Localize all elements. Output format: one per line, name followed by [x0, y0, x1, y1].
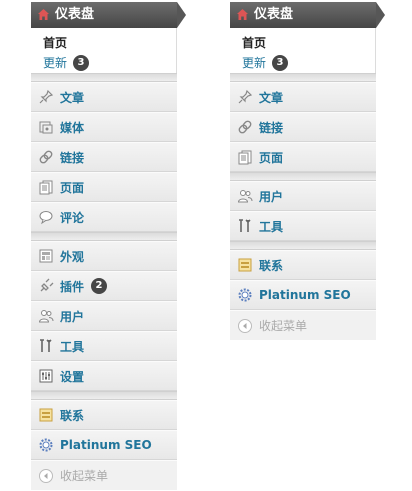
menu-item-label: 工具 — [60, 339, 85, 354]
menu-item-pages[interactable]: 页面 — [31, 172, 177, 202]
dashboard-submenu: 首页 更新 3 — [31, 28, 177, 73]
page-icon — [39, 180, 53, 195]
menu-item-links[interactable]: 链接 — [31, 142, 177, 172]
collapse-menu-button[interactable]: 收起菜单 — [31, 460, 177, 490]
plugin-icon — [40, 278, 54, 292]
menu-item-label: 链接 — [60, 150, 85, 165]
menu-item-settings[interactable]: 设置 — [31, 361, 177, 391]
menu-item-contact[interactable]: 联系 — [31, 400, 177, 430]
menu-item-plugins[interactable]: 插件 2 — [31, 271, 177, 301]
menu-item-contact[interactable]: 联系 — [230, 250, 376, 280]
gear-icon — [238, 288, 252, 302]
dashboard-menu-header[interactable]: 仪表盘 — [31, 2, 186, 28]
updates-label: 更新 — [242, 56, 267, 70]
menu-item-platinum-seo[interactable]: Platinum SEO — [230, 280, 376, 310]
collapse-arrow-icon — [238, 318, 252, 333]
settings-icon — [39, 369, 53, 383]
menu-item-label: 联系 — [60, 408, 85, 423]
menu-separator — [31, 73, 177, 82]
submenu-home[interactable]: 首页 — [242, 35, 375, 51]
menu-item-posts[interactable]: 文章 — [230, 82, 376, 112]
menu-item-label: 文章 — [259, 90, 284, 105]
link-icon — [39, 150, 53, 164]
menu-item-pages[interactable]: 页面 — [230, 142, 376, 172]
menu-item-users[interactable]: 用户 — [230, 181, 376, 211]
submenu-updates[interactable]: 更新 3 — [242, 53, 375, 73]
menu-separator — [230, 73, 376, 82]
updates-count-badge: 3 — [73, 55, 90, 71]
menu-separator — [230, 172, 376, 181]
admin-menu-left: 仪表盘 首页 更新 3 文章 媒体 链接 页面 评论 外观 插件 2 用户 工具… — [31, 2, 186, 490]
menu-item-label: 外观 — [60, 249, 85, 264]
collapse-menu-label: 收起菜单 — [259, 319, 308, 333]
menu-item-label: 链接 — [259, 120, 284, 135]
home-icon — [237, 9, 248, 20]
comment-icon — [39, 211, 53, 225]
dashboard-menu-header[interactable]: 仪表盘 — [230, 2, 385, 28]
submenu-home[interactable]: 首页 — [43, 35, 176, 51]
menu-item-posts[interactable]: 文章 — [31, 82, 177, 112]
menu-item-media[interactable]: 媒体 — [31, 112, 177, 142]
menu-item-label: 文章 — [60, 90, 85, 105]
tools-icon — [239, 219, 251, 232]
menu-item-label: Platinum SEO — [259, 288, 351, 302]
menu-item-label: 用户 — [259, 189, 284, 204]
menu-item-tools[interactable]: 工具 — [230, 211, 376, 241]
menu-item-platinum-seo[interactable]: Platinum SEO — [31, 430, 177, 460]
plugins-update-badge: 2 — [91, 278, 108, 294]
home-icon — [38, 9, 49, 20]
link-icon — [238, 120, 252, 134]
menu-item-comments[interactable]: 评论 — [31, 202, 177, 232]
submenu-updates[interactable]: 更新 3 — [43, 53, 176, 73]
collapse-arrow-icon — [39, 468, 53, 483]
dashboard-title: 仪表盘 — [55, 7, 95, 22]
menu-item-label: 媒体 — [60, 120, 85, 135]
menu-item-label: 评论 — [60, 210, 85, 225]
pin-icon — [39, 89, 54, 104]
dashboard-title: 仪表盘 — [254, 7, 294, 22]
menu-item-label: Platinum SEO — [60, 438, 152, 452]
tools-icon — [40, 339, 52, 352]
menu-item-label: 联系 — [259, 258, 284, 273]
menu-item-label: 设置 — [60, 369, 85, 384]
page-icon — [238, 150, 252, 165]
menu-item-tools[interactable]: 工具 — [31, 331, 177, 361]
menu-item-label: 页面 — [60, 180, 85, 195]
dashboard-submenu: 首页 更新 3 — [230, 28, 376, 73]
collapse-menu-button[interactable]: 收起菜单 — [230, 310, 376, 340]
updates-count-badge: 3 — [272, 55, 289, 71]
admin-menu-right: 仪表盘 首页 更新 3 文章 链接 页面 用户 工具 联系 Platinum S… — [230, 2, 385, 340]
contact-icon — [238, 258, 252, 272]
pin-icon — [238, 89, 253, 104]
menu-separator — [230, 241, 376, 250]
menu-item-links[interactable]: 链接 — [230, 112, 376, 142]
updates-label: 更新 — [43, 56, 68, 70]
users-icon — [237, 190, 253, 203]
menu-separator — [31, 232, 177, 241]
menu-item-label: 用户 — [60, 309, 85, 324]
users-icon — [38, 310, 54, 323]
menu-item-label: 页面 — [259, 150, 284, 165]
contact-icon — [39, 408, 53, 422]
gear-icon — [39, 438, 53, 452]
menu-item-appearance[interactable]: 外观 — [31, 241, 177, 271]
menu-item-label: 插件 — [60, 279, 85, 294]
collapse-menu-label: 收起菜单 — [60, 469, 109, 483]
menu-item-label: 工具 — [259, 219, 284, 234]
media-icon — [39, 121, 53, 134]
appearance-icon — [39, 249, 53, 263]
menu-separator — [31, 391, 177, 400]
menu-item-users[interactable]: 用户 — [31, 301, 177, 331]
